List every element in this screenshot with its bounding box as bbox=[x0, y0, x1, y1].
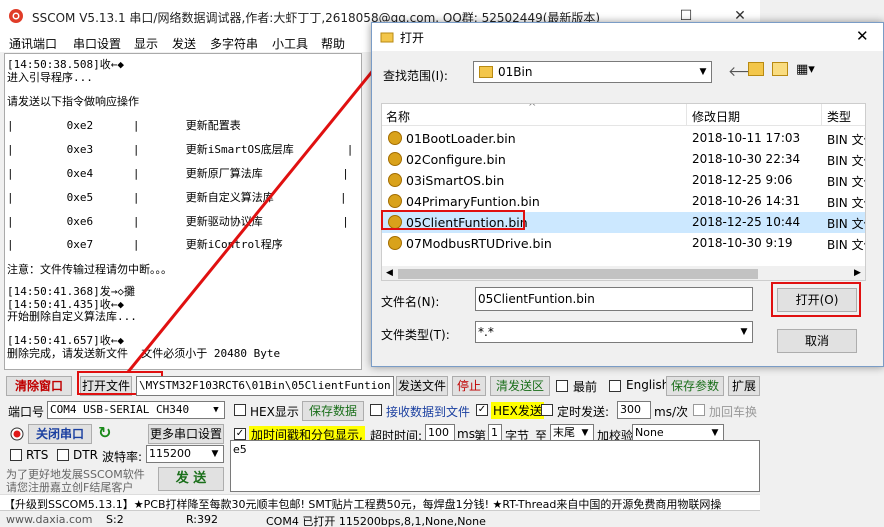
chevron-right-icon[interactable]: ▶ bbox=[854, 268, 861, 278]
file-type: BIN 文件 bbox=[827, 217, 865, 231]
filetype-value: *.* bbox=[478, 325, 494, 339]
bin-file-icon bbox=[388, 236, 402, 250]
lookin-label: 查找范围(I): bbox=[383, 69, 448, 83]
dialog-title-bar: 打开 ✕ bbox=[372, 23, 883, 51]
dialog-title: 打开 bbox=[400, 31, 425, 45]
highlight-selected-file bbox=[381, 210, 525, 230]
file-name: 07ModbusRTUDrive.bin bbox=[406, 236, 552, 251]
filetype-select[interactable]: *.* ▼ bbox=[475, 321, 753, 343]
col-divider bbox=[821, 104, 822, 126]
file-row[interactable]: 07ModbusRTUDrive.bin 2018-10-30 9:19 BIN 文… bbox=[382, 233, 865, 254]
file-date: 2018-10-26 14:31 bbox=[692, 194, 801, 208]
folder-icon bbox=[380, 30, 394, 44]
cancel-button[interactable]: 取消 bbox=[777, 329, 857, 353]
file-name: 01BootLoader.bin bbox=[406, 131, 516, 146]
file-date: 2018-12-25 10:44 bbox=[692, 215, 801, 229]
horizontal-scrollbar[interactable]: ◀ ▶ bbox=[382, 266, 865, 280]
arrow-line bbox=[126, 51, 390, 373]
file-name: 04PrimaryFuntion.bin bbox=[406, 194, 540, 209]
filename-input[interactable]: 05ClientFuntion.bin bbox=[475, 287, 753, 311]
bin-file-icon bbox=[388, 131, 402, 145]
file-row[interactable]: 04PrimaryFuntion.bin 2018-10-26 14:31 BIN … bbox=[382, 191, 865, 212]
file-date: 2018-10-30 22:34 bbox=[692, 152, 801, 166]
col-type-header[interactable]: 类型 bbox=[827, 108, 851, 125]
file-type: BIN 文件 bbox=[827, 133, 865, 147]
folder-icon bbox=[479, 66, 493, 78]
lookin-value: 01Bin bbox=[498, 65, 533, 79]
chevron-left-icon[interactable]: ◀ bbox=[386, 268, 393, 278]
filetype-label: 文件类型(T): bbox=[381, 328, 450, 342]
file-type: BIN 文件 bbox=[827, 196, 865, 210]
new-folder-icon[interactable] bbox=[772, 62, 788, 76]
open-file-dialog: 打开 ✕ 查找范围(I): 01Bin ▼ 🡐 ▦▾ 名称 ^ 修改日期 类型 … bbox=[371, 22, 884, 367]
file-name: 03iSmartOS.bin bbox=[406, 173, 505, 188]
highlight-open-button bbox=[771, 282, 861, 317]
file-row[interactable]: 03iSmartOS.bin 2018-12-25 9:06 BIN 文件 bbox=[382, 170, 865, 191]
chevron-down-icon: ▼ bbox=[695, 62, 711, 82]
file-type: BIN 文件 bbox=[827, 238, 865, 252]
file-date: 2018-12-25 9:06 bbox=[692, 173, 793, 187]
file-name: 02Configure.bin bbox=[406, 152, 506, 167]
view-menu-icon[interactable]: ▦▾ bbox=[796, 62, 815, 77]
file-row[interactable]: 01BootLoader.bin 2018-10-11 17:03 BIN 文件 bbox=[382, 128, 865, 149]
bin-file-icon bbox=[388, 152, 402, 166]
file-date: 2018-10-30 9:19 bbox=[692, 236, 793, 250]
lookin-select[interactable]: 01Bin ▼ bbox=[473, 61, 712, 83]
scrollbar-thumb[interactable] bbox=[398, 269, 758, 279]
col-name-header[interactable]: 名称 bbox=[386, 108, 410, 125]
bin-file-icon bbox=[388, 194, 402, 208]
bin-file-icon bbox=[388, 173, 402, 187]
file-row[interactable]: 02Configure.bin 2018-10-30 22:34 BIN 文件 bbox=[382, 149, 865, 170]
col-divider bbox=[686, 104, 687, 126]
up-folder-icon[interactable] bbox=[748, 62, 764, 76]
file-type: BIN 文件 bbox=[827, 175, 865, 189]
file-type: BIN 文件 bbox=[827, 154, 865, 168]
file-list[interactable]: 名称 ^ 修改日期 类型 01BootLoader.bin 2018-10-11 … bbox=[381, 103, 866, 281]
sort-up-icon: ^ bbox=[528, 103, 537, 113]
filename-label: 文件名(N): bbox=[381, 295, 440, 309]
close-icon[interactable]: ✕ bbox=[856, 27, 869, 45]
file-date: 2018-10-11 17:03 bbox=[692, 131, 801, 145]
chevron-down-icon: ▼ bbox=[736, 322, 752, 342]
col-date-header[interactable]: 修改日期 bbox=[692, 108, 740, 125]
list-header: 名称 ^ 修改日期 类型 bbox=[382, 103, 865, 126]
